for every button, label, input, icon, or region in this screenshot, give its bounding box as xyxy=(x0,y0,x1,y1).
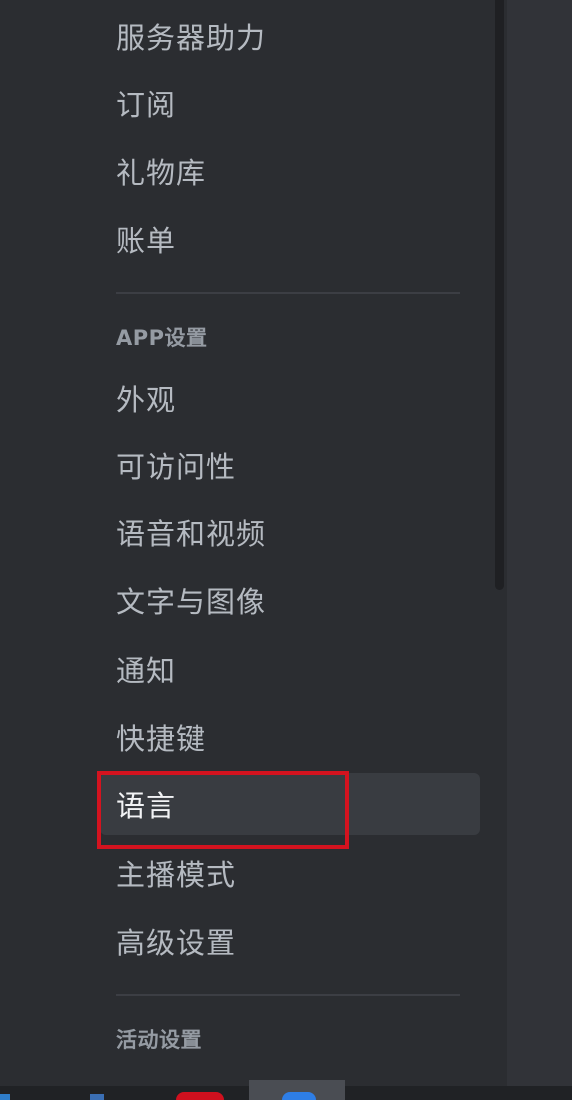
sidebar-item-label: 文字与图像 xyxy=(116,585,267,619)
sidebar-item-server-boost[interactable]: 服务器助力 xyxy=(100,5,480,67)
sidebar-item-voice-video[interactable]: 语音和视频 xyxy=(100,501,480,563)
sidebar-item-text-images[interactable]: 文字与图像 xyxy=(100,569,480,631)
section-header-app-settings: APP设置 xyxy=(116,326,208,350)
sidebar-item-language[interactable]: 语言 xyxy=(100,773,480,835)
sidebar-item-keybinds[interactable]: 快捷键 xyxy=(100,706,480,768)
section-divider xyxy=(116,994,460,996)
sidebar-item-label: 账单 xyxy=(116,224,177,258)
sidebar-item-streamer-mode[interactable]: 主播模式 xyxy=(100,842,480,904)
sidebar-item-gift-inventory[interactable]: 礼物库 xyxy=(100,140,480,202)
sidebar-item-label: 高级设置 xyxy=(116,926,237,960)
sidebar-item-label: 外观 xyxy=(116,383,177,417)
taskbar-app-icon[interactable] xyxy=(176,1092,224,1100)
sidebar-item-billing[interactable]: 账单 xyxy=(100,208,480,270)
settings-sidebar: 服务器助力 订阅 礼物库 账单 APP设置 外观 可访问性 语音和视频 文字与图… xyxy=(0,0,507,1100)
sidebar-item-label: 可访问性 xyxy=(116,450,237,484)
sidebar-item-notifications[interactable]: 通知 xyxy=(100,638,480,700)
content-panel-edge xyxy=(507,0,572,1100)
scrollbar-thumb[interactable] xyxy=(495,0,504,590)
sidebar-item-label: 语音和视频 xyxy=(116,517,267,551)
sidebar-item-appearance[interactable]: 外观 xyxy=(100,367,480,429)
sidebar-item-label: 订阅 xyxy=(116,88,177,122)
sidebar-item-label: 主播模式 xyxy=(116,858,237,892)
section-divider xyxy=(116,292,460,294)
sidebar-item-label: 语言 xyxy=(116,789,177,823)
sidebar-item-accessibility[interactable]: 可访问性 xyxy=(100,434,480,496)
sidebar-item-label: 通知 xyxy=(116,654,177,688)
sidebar-item-advanced[interactable]: 高级设置 xyxy=(100,910,480,972)
sidebar-item-label: 礼物库 xyxy=(116,156,207,190)
section-header-activity-settings: 活动设置 xyxy=(116,1028,202,1052)
taskbar-app-icon[interactable] xyxy=(90,1094,104,1100)
sidebar-scrollbar[interactable] xyxy=(495,0,505,1100)
sidebar-item-label: 快捷键 xyxy=(116,722,207,756)
sidebar-item-label: 服务器助力 xyxy=(116,21,267,55)
taskbar-app-icon[interactable] xyxy=(0,1094,10,1100)
sidebar-item-subscriptions[interactable]: 订阅 xyxy=(100,72,480,134)
browser-icon xyxy=(282,1092,316,1100)
